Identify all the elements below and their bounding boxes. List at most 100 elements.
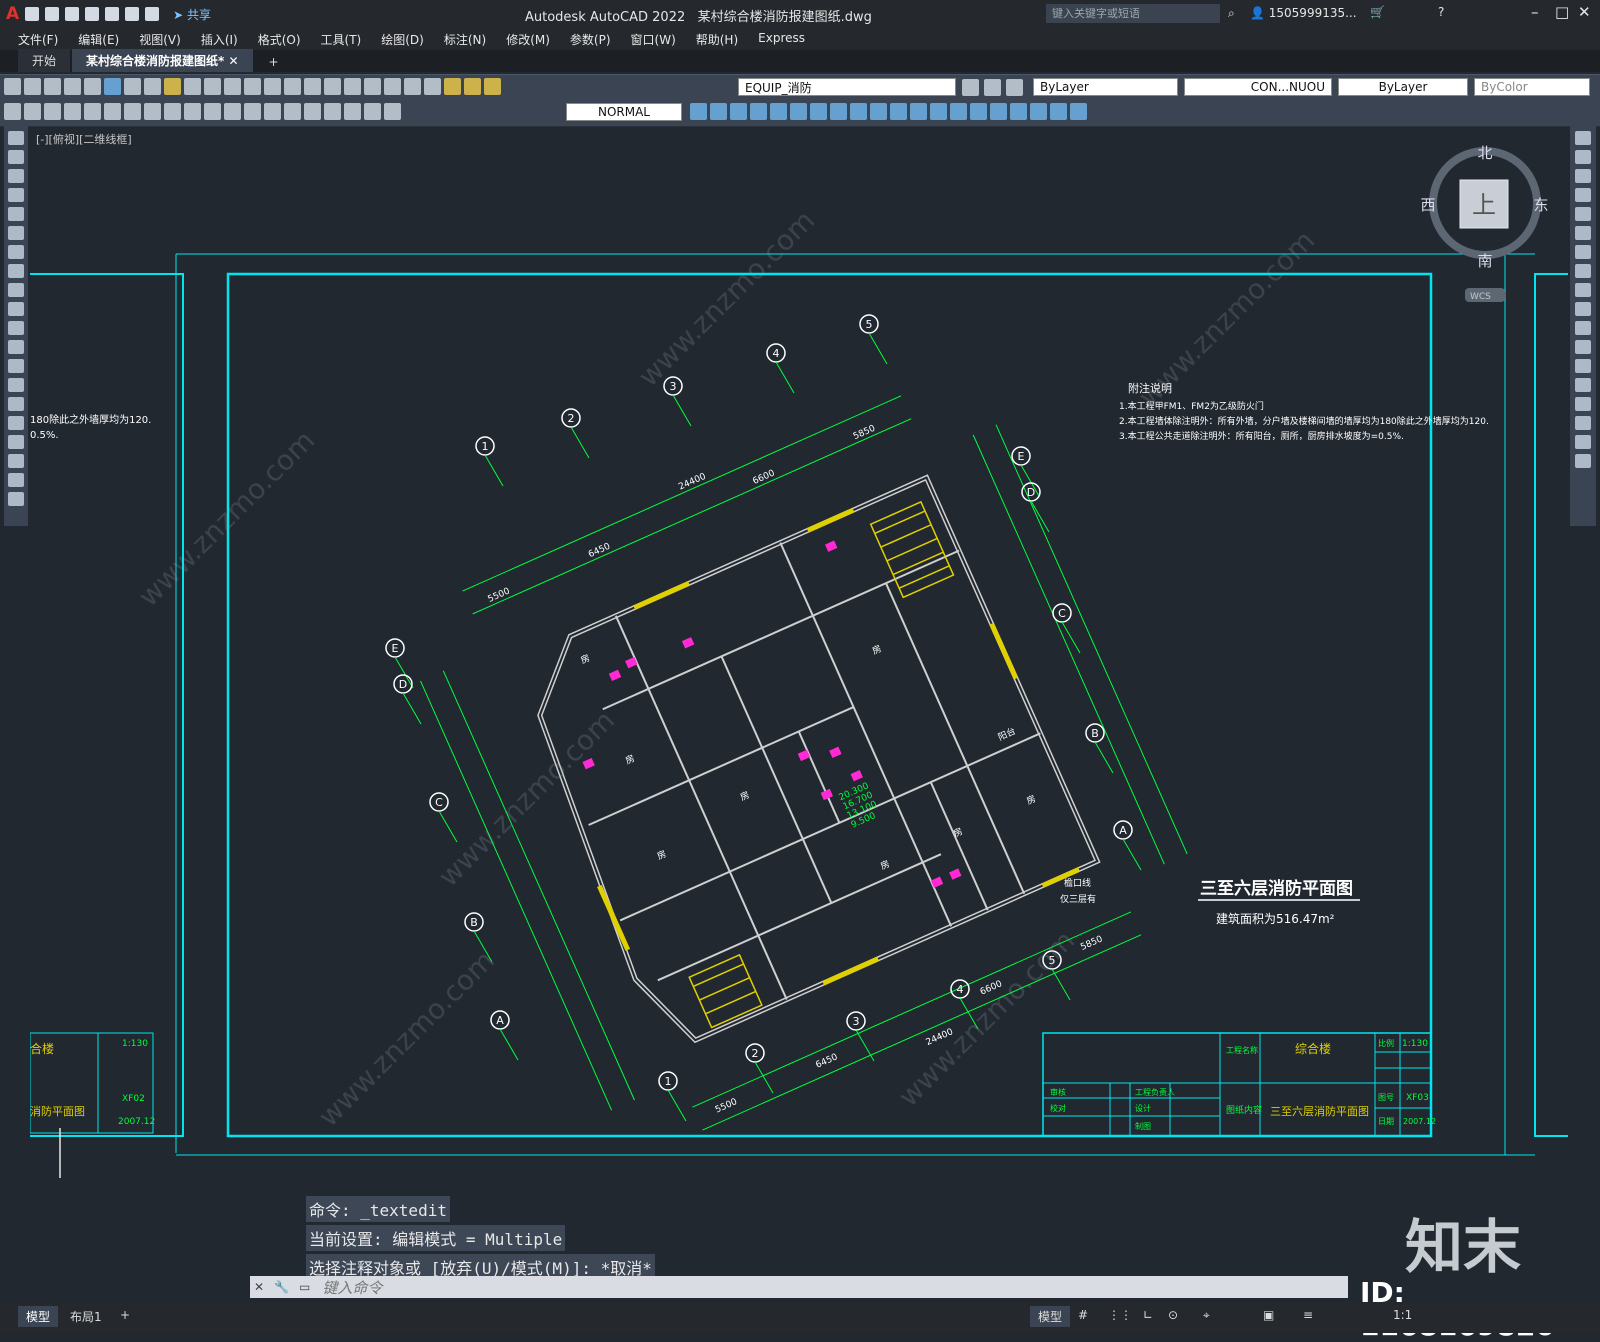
minimize-button[interactable]: –	[1531, 3, 1539, 21]
menu-item[interactable]: 修改(M)	[496, 31, 560, 48]
menu-item[interactable]: 绘图(D)	[371, 31, 434, 48]
trim-icon[interactable]	[850, 103, 867, 120]
extend-icon[interactable]	[1575, 321, 1591, 335]
drawing-viewport[interactable]: 180除此之外墙厚均为120. 0.5%. 合楼 1:130 XF02 2007…	[30, 128, 1568, 1178]
menu-item[interactable]: 文件(F)	[8, 31, 68, 48]
viewcube-west[interactable]: 西	[1420, 196, 1435, 214]
zoom-window-icon[interactable]	[264, 78, 281, 95]
copy-obj-icon[interactable]	[690, 103, 707, 120]
chamfer-icon[interactable]	[1575, 397, 1591, 411]
wrench-icon[interactable]: 🔧	[274, 1280, 289, 1294]
preview-icon[interactable]	[84, 78, 101, 95]
layer-freeze-icon[interactable]	[464, 78, 481, 95]
undo-icon[interactable]	[125, 7, 140, 21]
linetype-dropdown[interactable]: CON...NUOU	[1184, 78, 1332, 96]
draworder-icon[interactable]	[990, 103, 1007, 120]
rotate-icon[interactable]	[790, 103, 807, 120]
menu-item[interactable]: 工具(T)	[311, 31, 372, 48]
add-layout-button[interactable]: +	[112, 1306, 138, 1324]
cart-icon[interactable]: 🛒	[1370, 5, 1385, 19]
snap-icon[interactable]: ⋮⋮	[1100, 1306, 1140, 1324]
lineweight-dropdown[interactable]: ByLayer	[1338, 78, 1468, 96]
layer-manager-icon[interactable]	[424, 78, 441, 95]
print-icon[interactable]	[64, 78, 81, 95]
jogged-linear-icon[interactable]	[324, 103, 341, 120]
arc-length-icon[interactable]	[44, 103, 61, 120]
autocad-logo-icon[interactable]: A	[6, 4, 19, 24]
copy-icon[interactable]	[144, 78, 161, 95]
extend-icon[interactable]	[870, 103, 887, 120]
tab-start[interactable]: 开始	[18, 49, 71, 72]
break-icon[interactable]	[1575, 359, 1591, 373]
save-as-icon[interactable]	[85, 7, 100, 21]
osnap-icon[interactable]: ⌖	[1195, 1306, 1218, 1325]
insert-icon[interactable]	[8, 340, 24, 354]
redo-icon[interactable]	[204, 78, 221, 95]
zoom-icon[interactable]	[244, 78, 261, 95]
menu-item[interactable]: 标注(N)	[434, 31, 496, 48]
close-button[interactable]: ✕	[1578, 3, 1591, 21]
ellipse-arc-icon[interactable]	[8, 321, 24, 335]
otrack-icon[interactable]: ▣	[1255, 1306, 1282, 1324]
quick-dim-icon[interactable]	[164, 103, 181, 120]
chamfer-icon[interactable]	[930, 103, 947, 120]
add-selected-icon[interactable]	[8, 492, 24, 506]
viewcube-east[interactable]: 东	[1533, 196, 1548, 214]
ungroup-icon[interactable]	[1030, 103, 1047, 120]
stretch-icon[interactable]	[830, 103, 847, 120]
calculator-icon[interactable]	[384, 78, 401, 95]
trim-icon[interactable]	[1575, 302, 1591, 316]
aligned-dim-icon[interactable]	[24, 103, 41, 120]
grid-icon[interactable]: #	[1070, 1306, 1096, 1324]
explode-icon[interactable]	[1575, 454, 1591, 468]
baseline-icon[interactable]	[184, 103, 201, 120]
undo-icon[interactable]	[184, 78, 201, 95]
dim-break-icon[interactable]	[244, 103, 261, 120]
layer-states-icon[interactable]	[1006, 79, 1023, 96]
viewcube[interactable]: 上 北 南 东 西 WCS	[1420, 144, 1549, 302]
arc-icon[interactable]	[8, 226, 24, 240]
sheet-set-icon[interactable]	[344, 78, 361, 95]
command-input[interactable]: ✕ 🔧 ▭ 键入命令	[250, 1276, 1348, 1298]
tool-palette-icon[interactable]	[324, 78, 341, 95]
search-input[interactable]: 键入关键字或短语	[1046, 4, 1220, 23]
break-point-icon[interactable]	[1575, 340, 1591, 354]
construction-line-icon[interactable]	[8, 150, 24, 164]
close-icon[interactable]: ✕	[254, 1280, 264, 1294]
erase-icon[interactable]	[1575, 131, 1591, 145]
new-icon[interactable]	[4, 78, 21, 95]
make-block-icon[interactable]	[8, 359, 24, 373]
continue-icon[interactable]	[204, 103, 221, 120]
scale-icon[interactable]	[810, 103, 827, 120]
open-icon[interactable]	[45, 7, 60, 21]
menu-item[interactable]: 编辑(E)	[68, 31, 129, 48]
explode-icon[interactable]	[970, 103, 987, 120]
drawing-canvas[interactable]: 180除此之外墙厚均为120. 0.5%. 合楼 1:130 XF02 2007…	[30, 128, 1568, 1178]
open-icon[interactable]	[24, 78, 41, 95]
tab-close-icon[interactable]: ✕	[228, 54, 238, 68]
cut-icon[interactable]	[124, 78, 141, 95]
wblock-icon[interactable]	[1070, 103, 1087, 120]
make-current-icon[interactable]	[962, 79, 979, 96]
rotate-icon[interactable]	[1575, 245, 1591, 259]
polyline-icon[interactable]	[8, 169, 24, 183]
maximize-button[interactable]: □	[1555, 3, 1569, 21]
menu-item[interactable]: 参数(P)	[560, 31, 621, 48]
table-icon[interactable]	[8, 454, 24, 468]
menu-item[interactable]: 帮助(H)	[686, 31, 748, 48]
plot-icon[interactable]	[105, 7, 120, 21]
properties-icon[interactable]	[284, 78, 301, 95]
gradient-icon[interactable]	[8, 416, 24, 430]
paste-icon[interactable]	[164, 78, 181, 95]
annotation-scale[interactable]: 1:1	[1385, 1306, 1420, 1324]
mirror-icon[interactable]	[1575, 169, 1591, 183]
new-icon[interactable]	[25, 7, 40, 21]
stretch-icon[interactable]	[1575, 283, 1591, 297]
prompt-icon[interactable]: ▭	[299, 1280, 310, 1294]
menu-item[interactable]: 格式(O)	[248, 31, 311, 48]
pan-icon[interactable]	[224, 78, 241, 95]
help-icon[interactable]	[404, 78, 421, 95]
circle-icon[interactable]	[8, 245, 24, 259]
offset-icon[interactable]	[1575, 188, 1591, 202]
help-icon[interactable]: ?	[1438, 5, 1444, 19]
